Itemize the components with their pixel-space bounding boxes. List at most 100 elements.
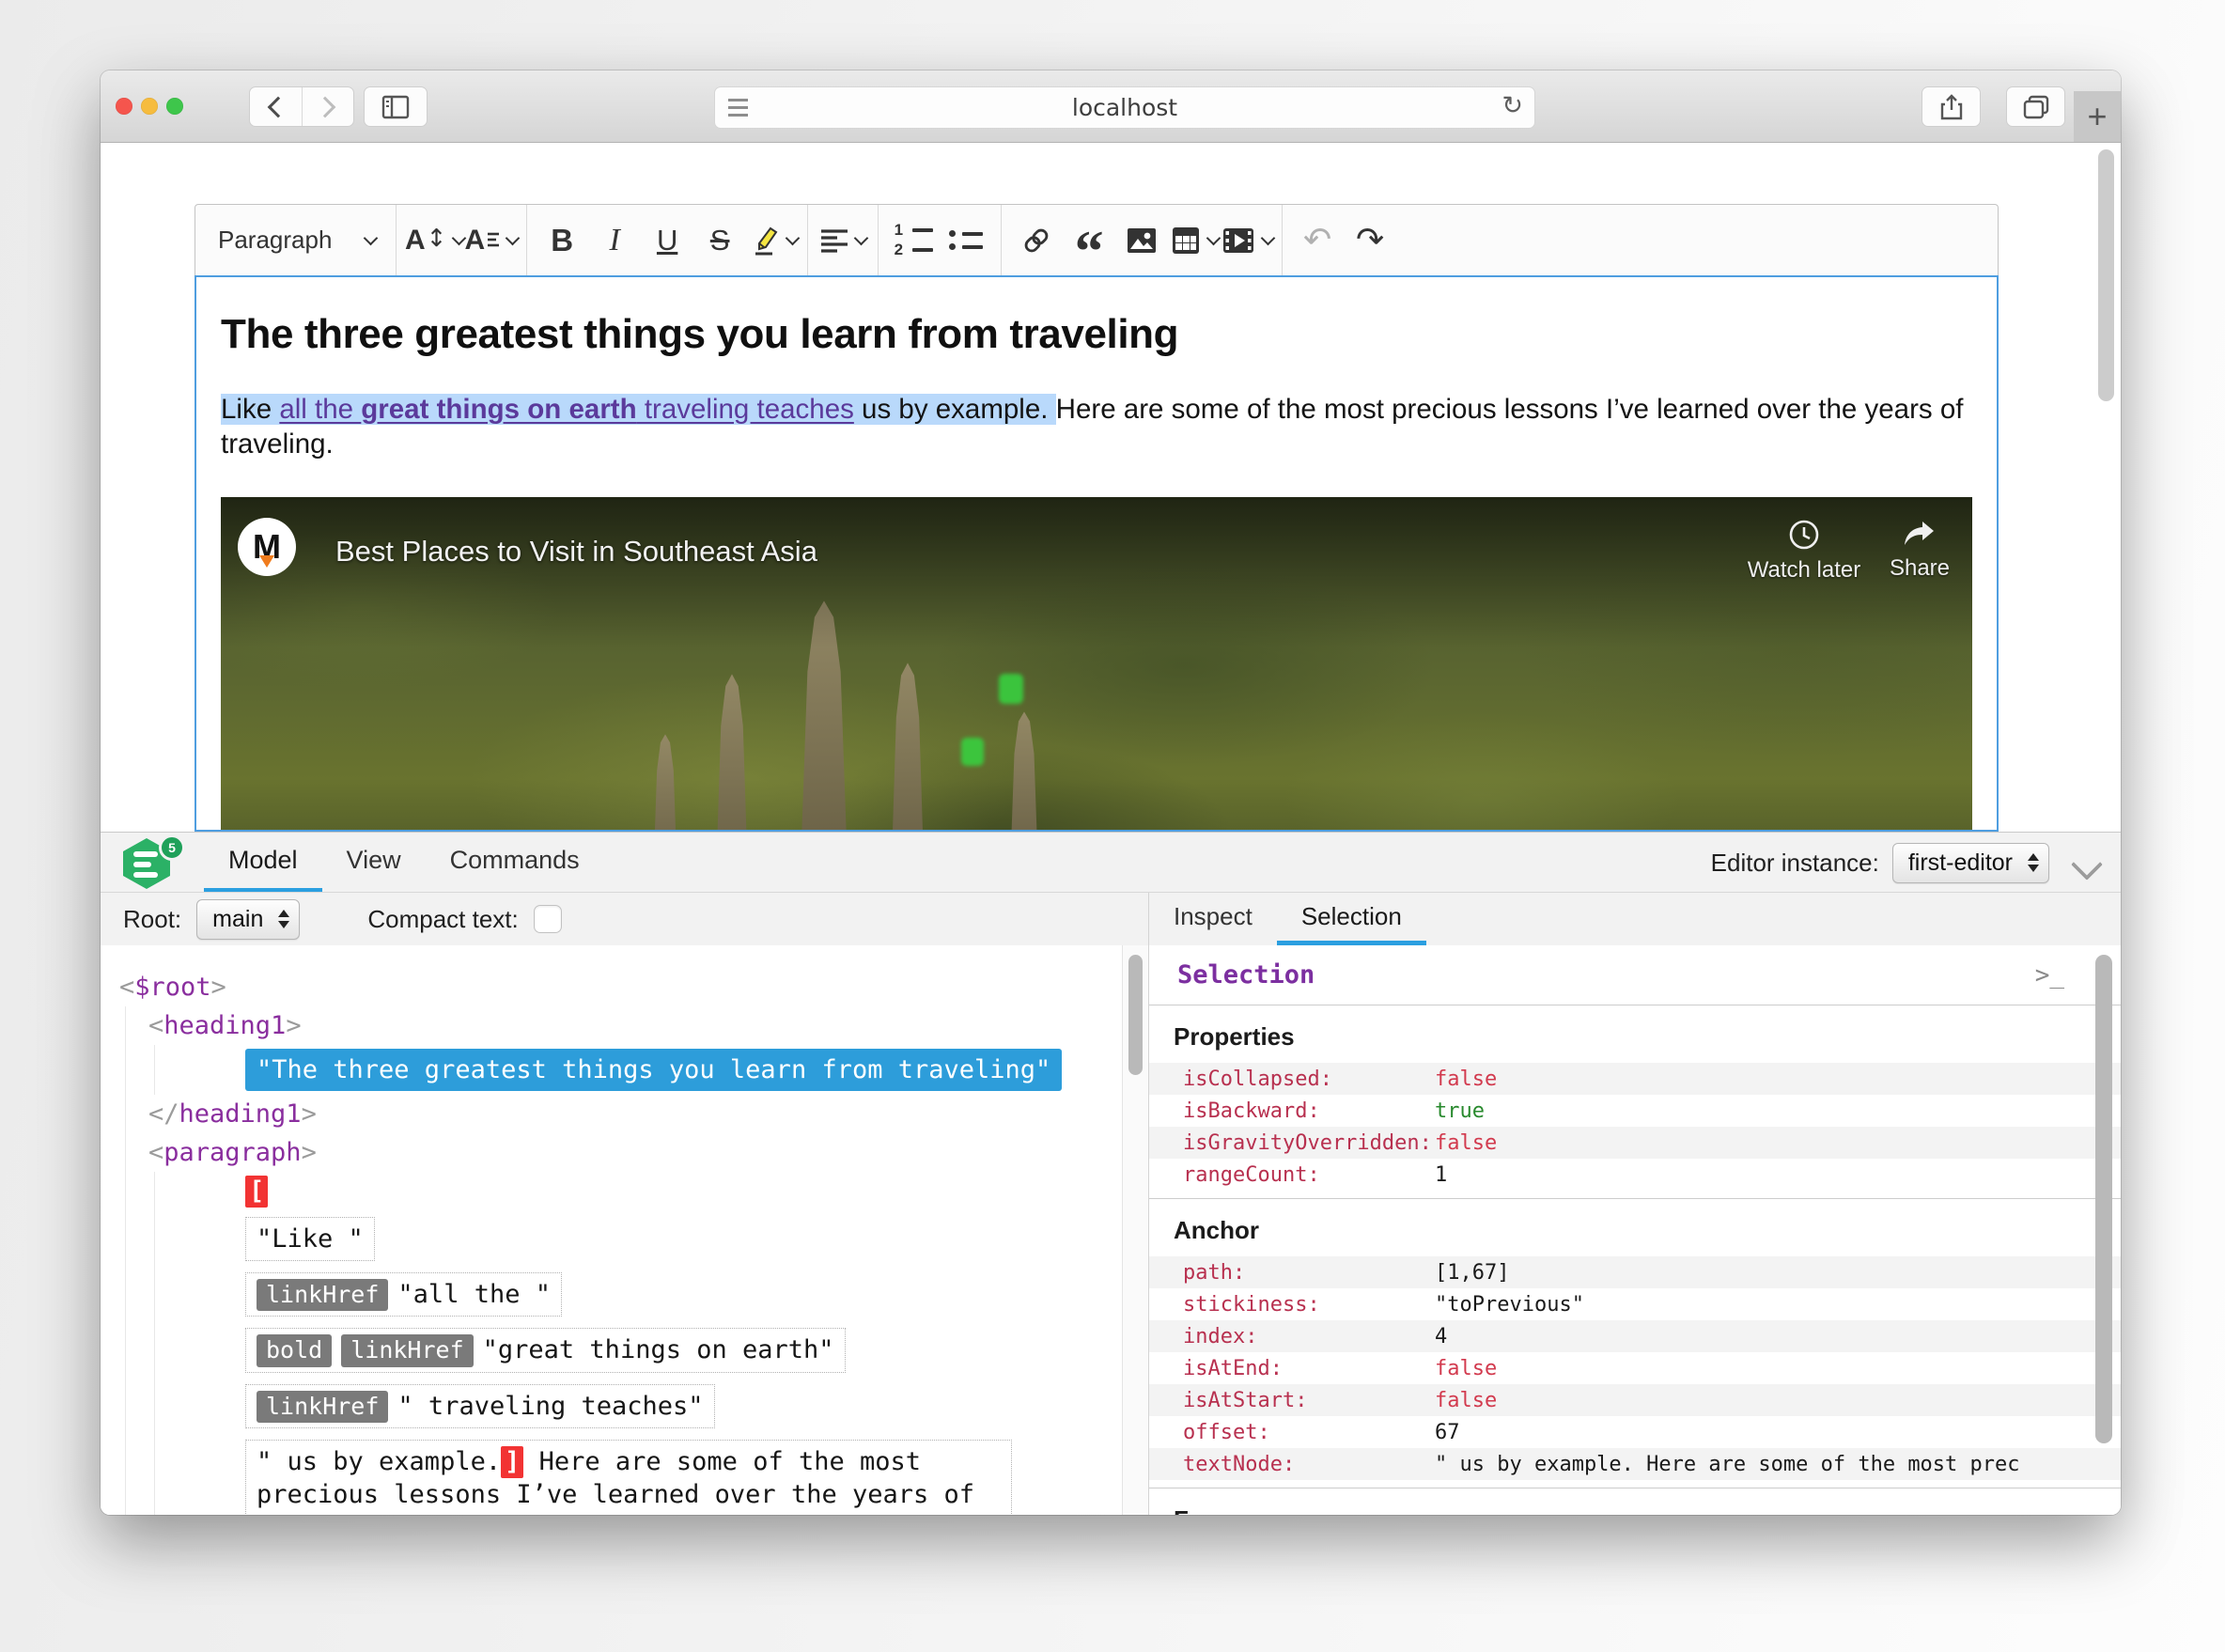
link-button[interactable] bbox=[1010, 213, 1063, 268]
editor-instance-select[interactable]: first-editor bbox=[1891, 842, 2049, 883]
new-tab-button[interactable]: + bbox=[2074, 91, 2121, 142]
tab-inspect[interactable]: Inspect bbox=[1149, 893, 1277, 945]
tree-tag-paragraph-open[interactable]: <paragraph> bbox=[148, 1133, 1111, 1172]
link-text[interactable]: all the bbox=[279, 394, 361, 425]
share-button[interactable] bbox=[1922, 86, 1981, 127]
tree-scrollbar-thumb[interactable] bbox=[1128, 955, 1143, 1075]
tab-selection[interactable]: Selection bbox=[1276, 893, 1426, 945]
editor-content[interactable]: The three greatest things you learn from… bbox=[194, 275, 1999, 832]
tabs-overview-icon bbox=[2023, 95, 2048, 118]
undo-icon: ↶ bbox=[1303, 220, 1332, 259]
toolbar-separator bbox=[807, 205, 809, 275]
channel-avatar[interactable]: M bbox=[238, 518, 296, 577]
model-tree: <$root> <heading1> "The three greatest t… bbox=[101, 945, 1148, 1515]
video-top-gradient bbox=[221, 497, 1972, 648]
text-node[interactable]: "Like " bbox=[245, 1216, 375, 1261]
video-share-button[interactable]: Share bbox=[1882, 518, 1957, 582]
insert-table-button[interactable] bbox=[1168, 213, 1221, 268]
address-bar[interactable]: localhost ↻ bbox=[714, 86, 1535, 129]
tree-tag-heading1-open[interactable]: <heading1> bbox=[148, 1006, 1111, 1045]
toolbar-separator bbox=[1001, 205, 1003, 275]
reload-icon[interactable]: ↻ bbox=[1501, 91, 1523, 120]
watch-later-button[interactable]: Watch later bbox=[1743, 518, 1865, 584]
selected-text-node[interactable]: "The three greatest things you learn fro… bbox=[245, 1049, 1063, 1092]
font-size-icon: A bbox=[405, 224, 426, 256]
chevron-down-icon bbox=[785, 230, 800, 245]
close-window-button[interactable] bbox=[116, 98, 132, 115]
tree-tag-heading1-close[interactable]: </heading1> bbox=[148, 1095, 1111, 1133]
italic-icon: I bbox=[609, 222, 620, 257]
tab-commands[interactable]: Commands bbox=[426, 833, 604, 893]
property-row: isGravityOverridden: false bbox=[1149, 1127, 2121, 1159]
root-label: Root: bbox=[123, 904, 182, 933]
forward-button[interactable] bbox=[301, 87, 354, 126]
bold-button[interactable]: B bbox=[536, 213, 588, 268]
toolbar-separator bbox=[1282, 205, 1284, 275]
text-node[interactable]: linkHref "all the " bbox=[245, 1271, 562, 1317]
desktop: localhost ↻ + Paragraph A ↕ A B I U S 1 … bbox=[0, 0, 2225, 1652]
editor-instance-label: Editor instance: bbox=[1710, 848, 1879, 877]
property-row: isCollapsed: false bbox=[1149, 1063, 2121, 1095]
strikethrough-button[interactable]: S bbox=[693, 213, 746, 268]
bulleted-list-button[interactable] bbox=[940, 213, 992, 268]
underline-button[interactable]: U bbox=[641, 213, 693, 268]
url-text: localhost bbox=[1071, 94, 1178, 121]
model-options: Root: main Compact text: bbox=[101, 893, 1149, 945]
youtube-embed[interactable]: M Best Places to Visit in Southeast Asia… bbox=[221, 497, 1972, 830]
property-row: path: [1,67] bbox=[1149, 1256, 2121, 1288]
reader-mode-icon[interactable] bbox=[728, 99, 748, 117]
text-node[interactable]: linkHref " traveling teaches" bbox=[245, 1383, 715, 1429]
tab-view[interactable]: View bbox=[322, 833, 426, 893]
selected-text: Like all the great things on earth trave… bbox=[221, 394, 1056, 425]
selection-detail-panel: Selection >_ Properties isCollapsed: fals… bbox=[1149, 945, 2121, 1515]
italic-button[interactable]: I bbox=[588, 213, 641, 268]
back-button[interactable] bbox=[250, 87, 302, 126]
share-icon bbox=[1940, 93, 1962, 119]
bulleted-list-icon bbox=[949, 230, 984, 250]
property-row: isAtStart: false bbox=[1149, 1384, 2121, 1416]
root-select[interactable]: main bbox=[196, 898, 301, 940]
numbered-list-button[interactable]: 1 2 bbox=[887, 213, 940, 268]
sidebar-toggle-button[interactable] bbox=[364, 86, 428, 127]
sidebar-icon bbox=[381, 95, 410, 118]
font-family-button[interactable]: A bbox=[464, 213, 521, 268]
collapse-inspector-button[interactable] bbox=[2074, 851, 2102, 880]
alignment-button[interactable] bbox=[817, 213, 869, 268]
tab-model[interactable]: Model bbox=[204, 833, 322, 893]
video-title[interactable]: Best Places to Visit in Southeast Asia bbox=[335, 535, 817, 569]
clock-icon bbox=[1789, 521, 1819, 550]
property-row: rangeCount: 1 bbox=[1183, 1162, 1448, 1187]
redo-button[interactable]: ↷ bbox=[1344, 213, 1396, 268]
zoom-window-button[interactable] bbox=[166, 98, 183, 115]
insert-media-button[interactable] bbox=[1221, 213, 1275, 268]
attribute-badge-linkhref: linkHref bbox=[257, 1278, 389, 1312]
paragraph-children: [ "Like " linkHref "all the " bold linkHre… bbox=[154, 1172, 1111, 1515]
selection-object-title: Selection bbox=[1177, 960, 1315, 990]
compact-text-label: Compact text: bbox=[367, 904, 519, 933]
numbered-list-icon: 1 2 bbox=[895, 223, 933, 257]
compact-text-checkbox[interactable] bbox=[533, 905, 562, 933]
minimize-window-button[interactable] bbox=[141, 98, 158, 115]
log-to-console-button[interactable]: >_ bbox=[2035, 961, 2064, 990]
tree-scrollbar[interactable] bbox=[1122, 945, 1148, 1515]
tree-tag-root[interactable]: <$root> bbox=[119, 968, 1111, 1006]
watch-later-label: Watch later bbox=[1747, 557, 1861, 584]
font-family-icon: A bbox=[464, 224, 486, 256]
page-scrollbar-thumb[interactable] bbox=[2098, 149, 2114, 401]
font-size-button[interactable]: A ↕ bbox=[405, 213, 467, 268]
insert-image-button[interactable] bbox=[1115, 213, 1168, 268]
detail-scrollbar-thumb[interactable] bbox=[2095, 955, 2112, 1443]
highlighter-icon bbox=[755, 226, 778, 255]
link-text[interactable]: traveling teaches bbox=[637, 394, 854, 425]
blockquote-button[interactable]: “ bbox=[1063, 220, 1115, 285]
text-node[interactable]: bold linkHref "great things on earth" bbox=[245, 1328, 846, 1373]
show-tabs-button[interactable] bbox=[2006, 86, 2065, 127]
link-bold-text[interactable]: great things on earth bbox=[361, 394, 636, 425]
undo-button[interactable]: ↶ bbox=[1291, 213, 1344, 268]
blockquote-icon: “ bbox=[1074, 220, 1104, 285]
heading-dropdown[interactable]: Paragraph bbox=[207, 213, 387, 268]
table-icon bbox=[1172, 226, 1199, 254]
highlight-button[interactable] bbox=[746, 213, 800, 268]
text-node[interactable]: " us by example.] Here are some of the m… bbox=[245, 1440, 1012, 1515]
attribute-badge-bold: bold bbox=[257, 1334, 333, 1367]
